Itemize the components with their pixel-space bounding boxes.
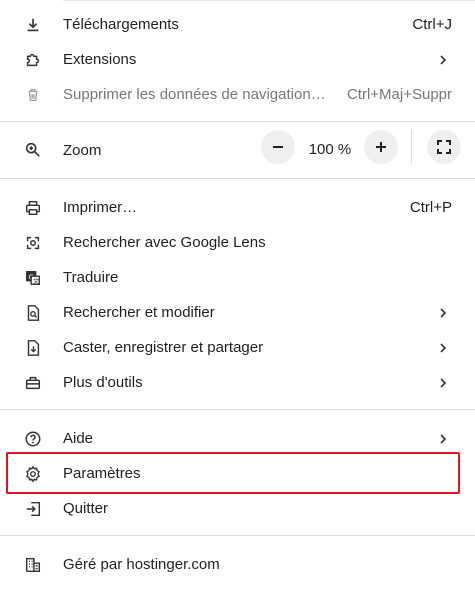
print-label: Imprimer… [63, 198, 138, 216]
chevron-right-icon [440, 377, 447, 388]
divider [0, 535, 475, 536]
menu-item-print[interactable]: Imprimer… Ctrl+P [0, 190, 475, 225]
cast-icon [23, 338, 43, 358]
plus-icon [376, 142, 386, 152]
divider [0, 121, 475, 122]
menu-item-more-tools[interactable]: Plus d'outils [0, 365, 475, 400]
settings-highlight-box [6, 452, 460, 494]
print-shortcut: Ctrl+P [409, 198, 452, 216]
find-label: Rechercher et modifier [63, 303, 215, 321]
menu-item-help[interactable]: Aide [0, 421, 475, 456]
building-icon [23, 555, 43, 575]
lens-label: Rechercher avec Google Lens [63, 233, 266, 251]
menu-item-clear-browsing-data[interactable]: Supprimer les données de navigation… Ctr… [0, 77, 475, 112]
translate-icon: G文 [23, 268, 43, 288]
chevron-right-icon [440, 342, 447, 353]
svg-text:文: 文 [33, 275, 40, 284]
zoom-icon [23, 140, 43, 160]
zoom-level: 100 % [308, 141, 352, 158]
quit-label: Quitter [63, 499, 109, 517]
menu-item-extensions[interactable]: Extensions [0, 42, 475, 77]
clear-data-label: Supprimer les données de navigation… [63, 85, 326, 103]
trash-icon [23, 85, 43, 105]
help-label: Aide [63, 429, 94, 447]
managed-label: Géré par hostinger.com [63, 555, 220, 573]
downloads-label: Téléchargements [63, 15, 179, 33]
cast-label: Caster, enregistrer et partager [63, 338, 264, 356]
divider [0, 178, 475, 179]
menu-item-zoom: Zoom 100 % [0, 130, 475, 172]
menu-item-find-and-edit[interactable]: Rechercher et modifier [0, 295, 475, 330]
zoom-label: Zoom [63, 142, 102, 159]
chevron-right-icon [440, 307, 447, 318]
zoom-divider [411, 130, 412, 164]
puzzle-icon [23, 50, 43, 70]
translate-label: Traduire [63, 268, 119, 286]
find-icon [23, 303, 43, 323]
toolbox-icon [23, 373, 43, 393]
help-icon [23, 429, 43, 449]
chrome-main-menu: Téléchargements Ctrl+J Extensions Suppri… [0, 0, 475, 595]
printer-icon [23, 198, 43, 218]
top-divider [63, 0, 475, 1]
menu-item-managed-by[interactable]: Géré par hostinger.com [0, 547, 475, 582]
menu-item-google-lens[interactable]: Rechercher avec Google Lens [0, 225, 475, 260]
more-tools-label: Plus d'outils [63, 373, 143, 391]
clear-data-shortcut: Ctrl+Maj+Suppr [346, 85, 452, 103]
fullscreen-button[interactable] [427, 130, 461, 164]
divider [0, 409, 475, 410]
downloads-shortcut: Ctrl+J [412, 15, 452, 33]
zoom-out-button[interactable] [261, 130, 295, 164]
menu-item-downloads[interactable]: Téléchargements Ctrl+J [0, 7, 475, 42]
extensions-label: Extensions [63, 50, 137, 68]
download-icon [23, 15, 43, 35]
minus-icon [273, 146, 283, 148]
menu-item-quit[interactable]: Quitter [0, 491, 475, 526]
chevron-right-icon [440, 433, 447, 444]
menu-item-cast-save-share[interactable]: Caster, enregistrer et partager [0, 330, 475, 365]
menu-item-translate[interactable]: G文 Traduire [0, 260, 475, 295]
exit-icon [23, 499, 43, 519]
lens-icon [23, 233, 43, 253]
fullscreen-icon [437, 140, 451, 154]
zoom-in-button[interactable] [364, 130, 398, 164]
chevron-right-icon [440, 54, 447, 65]
